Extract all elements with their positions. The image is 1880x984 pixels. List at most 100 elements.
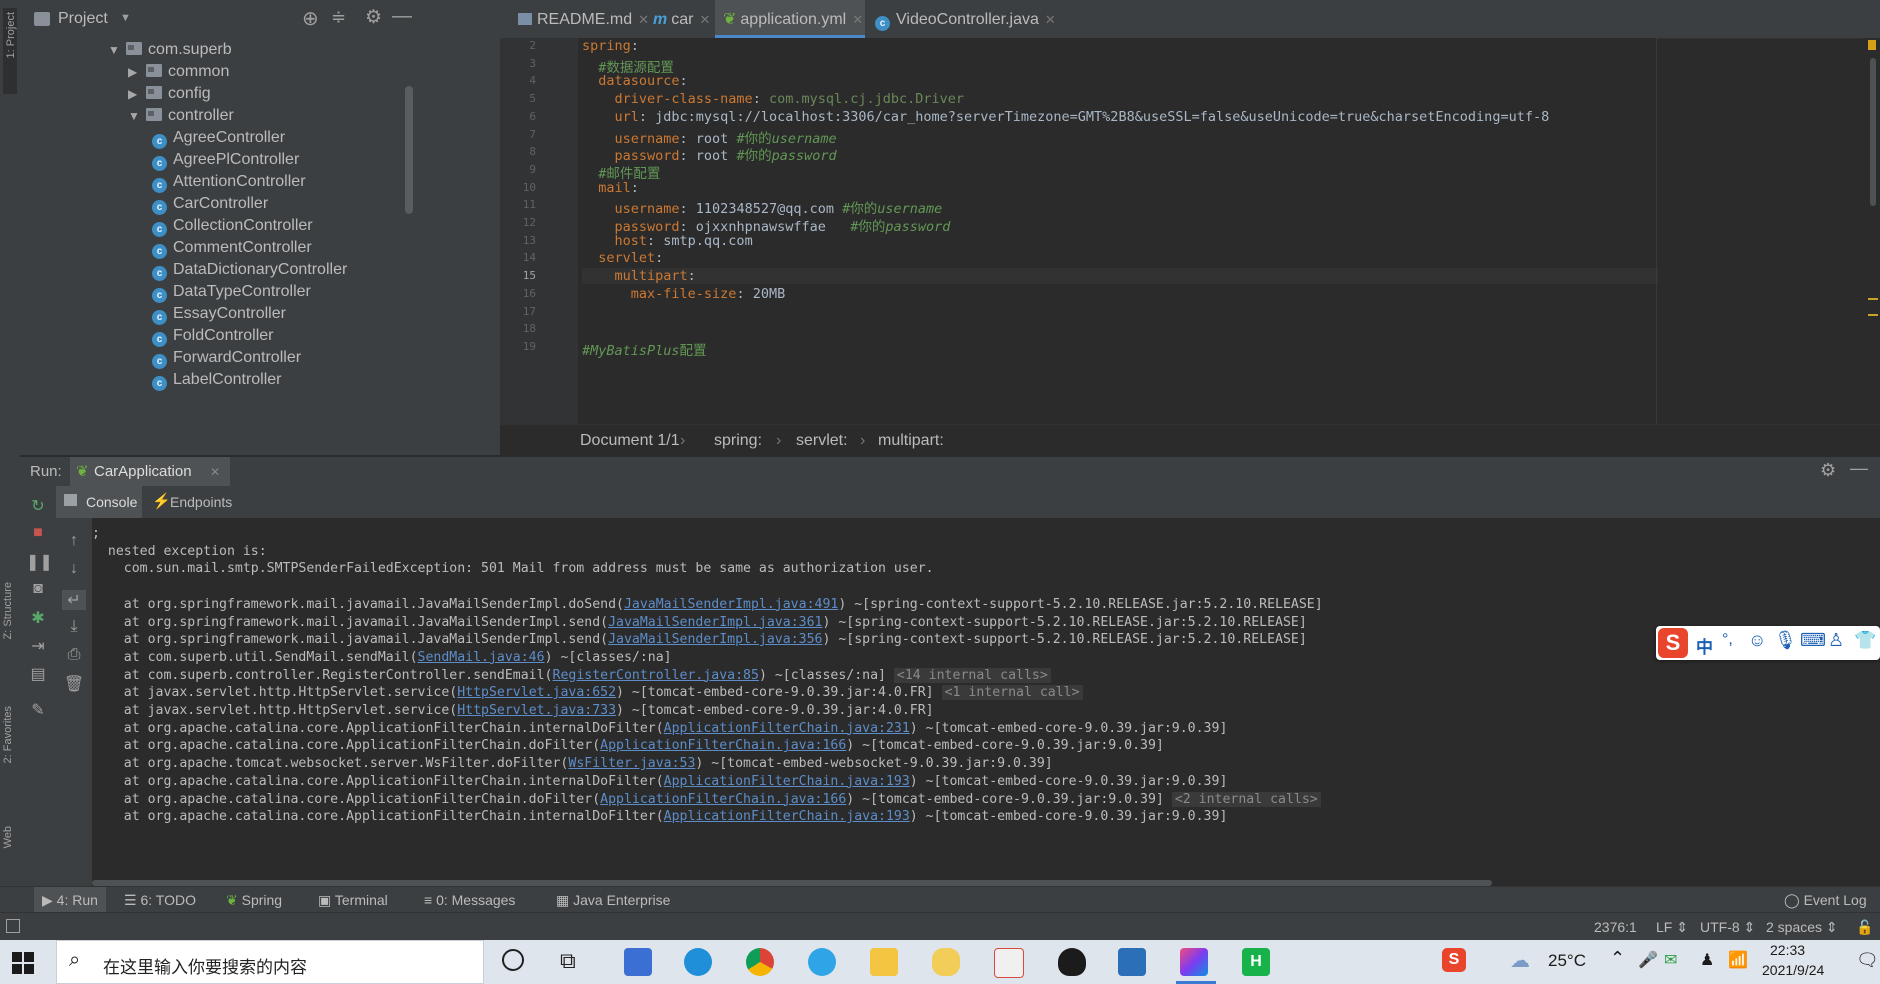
tool-tab-java-enterprise[interactable]: ▦ Java Enterprise: [556, 887, 670, 913]
breadcrumb-servlet[interactable]: servlet:: [796, 425, 848, 457]
indent-setting[interactable]: 2 spaces ⇕: [1766, 913, 1838, 941]
breadcrumb-spring[interactable]: spring:: [714, 425, 762, 457]
toggle-tool-windows-icon[interactable]: [6, 919, 20, 933]
tab-endpoints[interactable]: ⚡ Endpoints: [152, 486, 242, 518]
windows-start-icon[interactable]: [12, 952, 34, 974]
event-log-button[interactable]: ◯ Event Log: [1784, 887, 1867, 913]
editor-scrollbar[interactable]: [1862, 38, 1880, 424]
gear-icon[interactable]: ⚙: [1820, 460, 1836, 481]
debug-icon[interactable]: ✱: [26, 608, 50, 628]
microphone-icon[interactable]: 🎙: [1774, 630, 1797, 651]
file-explorer-icon[interactable]: [870, 948, 898, 976]
chevron-down-icon[interactable]: ▼: [108, 37, 126, 63]
file-encoding[interactable]: UTF-8 ⇕: [1700, 913, 1755, 941]
stacktrace-link[interactable]: ApplicationFilterChain.java:166: [600, 738, 846, 753]
tool-tab-run[interactable]: ▶ 4: Run: [34, 887, 106, 913]
web-tool-label[interactable]: Web: [2, 826, 14, 848]
console-output[interactable]: ; nested exception is: com.sun.mail.smtp…: [92, 518, 1880, 886]
tool-tab-terminal[interactable]: ▣ Terminal: [318, 887, 388, 913]
run-config-tab[interactable]: ❦ CarApplication ✕: [70, 457, 230, 487]
temperature[interactable]: 25°C: [1548, 951, 1586, 971]
edge-icon[interactable]: [684, 948, 712, 976]
breadcrumb-document[interactable]: Document 1/1: [580, 425, 680, 457]
tool-tab-messages[interactable]: ≡ 0: Messages: [424, 887, 515, 913]
cortana-icon[interactable]: [502, 949, 524, 971]
ime-punct[interactable]: °,: [1722, 631, 1733, 649]
taskbar-search-box[interactable]: ⌕ 在这里输入你要搜索的内容: [56, 940, 484, 984]
locate-icon[interactable]: ⊕: [302, 6, 319, 31]
pause-icon[interactable]: ❚❚: [26, 552, 53, 572]
wifi-icon[interactable]: 📶: [1728, 950, 1748, 970]
tab-readme[interactable]: README.md ✕: [508, 0, 649, 38]
close-icon[interactable]: ✕: [1045, 12, 1056, 27]
minimize-icon[interactable]: —: [392, 5, 412, 28]
chevron-down-icon[interactable]: ▼: [128, 103, 146, 129]
exit-icon[interactable]: ⇥: [26, 636, 50, 656]
microphone-tray-icon[interactable]: 🎤: [1638, 950, 1658, 970]
task-view-icon[interactable]: ⧉: [560, 948, 576, 974]
minimize-icon[interactable]: —: [1850, 458, 1868, 479]
tool-tab-spring[interactable]: ❦ Spring: [226, 887, 282, 913]
print-icon[interactable]: ⎙: [62, 646, 86, 664]
project-tool-button[interactable]: 1: Project: [3, 8, 17, 94]
hbuilder-icon[interactable]: H: [1242, 948, 1270, 976]
stacktrace-link[interactable]: ApplicationFilterChain.java:231: [664, 721, 910, 736]
emoji-icon[interactable]: ☺: [1748, 630, 1766, 651]
stacktrace-link[interactable]: ApplicationFilterChain.java:193: [664, 774, 910, 789]
intellij-icon[interactable]: [1180, 948, 1208, 976]
stop-icon[interactable]: ■: [26, 524, 50, 542]
editor-code-area[interactable]: spring: #数据源配置 datasource: driver-class-…: [578, 38, 1658, 424]
ime-toolbar[interactable]: S 中 °, ☺ 🎙 ⌨ ♙ 👕: [1656, 626, 1880, 660]
notification-icon[interactable]: 🗨: [1856, 950, 1879, 971]
stacktrace-link[interactable]: JavaMailSenderImpl.java:356: [608, 632, 822, 647]
camera-icon[interactable]: ◙: [26, 580, 50, 598]
favorites-tool-label[interactable]: 2: Favorites: [2, 706, 14, 763]
app-icon-1[interactable]: [624, 948, 652, 976]
scroll-thumb[interactable]: [1870, 58, 1876, 206]
arrow-down-icon[interactable]: ↓: [62, 560, 86, 578]
stacktrace-link[interactable]: JavaMailSenderImpl.java:491: [624, 597, 838, 612]
trash-icon[interactable]: 🗑: [62, 674, 86, 694]
layout-icon[interactable]: ▤: [26, 664, 50, 684]
stacktrace-link[interactable]: RegisterController.java:85: [553, 668, 759, 683]
pin-icon[interactable]: ✎: [26, 700, 50, 720]
caret-position[interactable]: 2376:1: [1594, 913, 1637, 941]
chrome-icon[interactable]: [746, 948, 774, 976]
breadcrumb-multipart[interactable]: multipart:: [878, 425, 944, 457]
wechat-tray-icon[interactable]: ✉: [1664, 950, 1677, 970]
clock-date[interactable]: 2021/9/24: [1762, 962, 1824, 978]
app-icon-2[interactable]: [932, 948, 960, 976]
ime-mode[interactable]: 中: [1696, 633, 1713, 658]
stacktrace-link[interactable]: ApplicationFilterChain.java:166: [600, 792, 846, 807]
project-title[interactable]: Project: [58, 10, 108, 28]
clock-time[interactable]: 22:33: [1770, 942, 1805, 958]
scroll-to-end-icon[interactable]: ⤓: [62, 618, 86, 636]
chevron-up-icon[interactable]: ⌃: [1610, 948, 1625, 969]
close-icon[interactable]: ✕: [852, 12, 863, 27]
stacktrace-link[interactable]: HttpServlet.java:733: [457, 703, 616, 718]
tab-car[interactable]: m car ✕: [645, 0, 718, 38]
user-icon[interactable]: ♙: [1828, 630, 1844, 651]
chevron-down-icon[interactable]: ▼: [120, 12, 131, 24]
sogou-tray-icon[interactable]: S: [1442, 948, 1466, 972]
ie-icon[interactable]: [808, 948, 836, 976]
stacktrace-link[interactable]: JavaMailSenderImpl.java:361: [608, 615, 822, 630]
soft-wrap-icon[interactable]: ↵: [62, 590, 86, 610]
gear-icon[interactable]: ⚙: [365, 6, 382, 29]
structure-tool-label[interactable]: Z: Structure: [2, 582, 14, 639]
qq-tray-icon[interactable]: ♟: [1700, 950, 1714, 970]
office-icon[interactable]: [994, 948, 1024, 978]
arrow-up-icon[interactable]: ↑: [62, 532, 86, 550]
project-scrollbar[interactable]: [405, 86, 413, 214]
photos-icon[interactable]: [1118, 948, 1146, 976]
cloud-icon[interactable]: ☁: [1510, 948, 1530, 973]
internal-calls-fold[interactable]: <14 internal calls>: [893, 667, 1051, 683]
stacktrace-link[interactable]: WsFilter.java:53: [568, 756, 695, 771]
close-icon[interactable]: ✕: [210, 465, 220, 479]
qq-icon[interactable]: [1058, 948, 1086, 976]
tab-application-yml[interactable]: ❦ application.yml ✕: [715, 0, 865, 38]
rerun-icon[interactable]: ↻: [26, 496, 50, 516]
close-icon[interactable]: ✕: [699, 12, 710, 27]
shirt-icon[interactable]: 👕: [1854, 630, 1876, 651]
tab-videocontroller[interactable]: c VideoController.java ✕: [865, 0, 1056, 38]
